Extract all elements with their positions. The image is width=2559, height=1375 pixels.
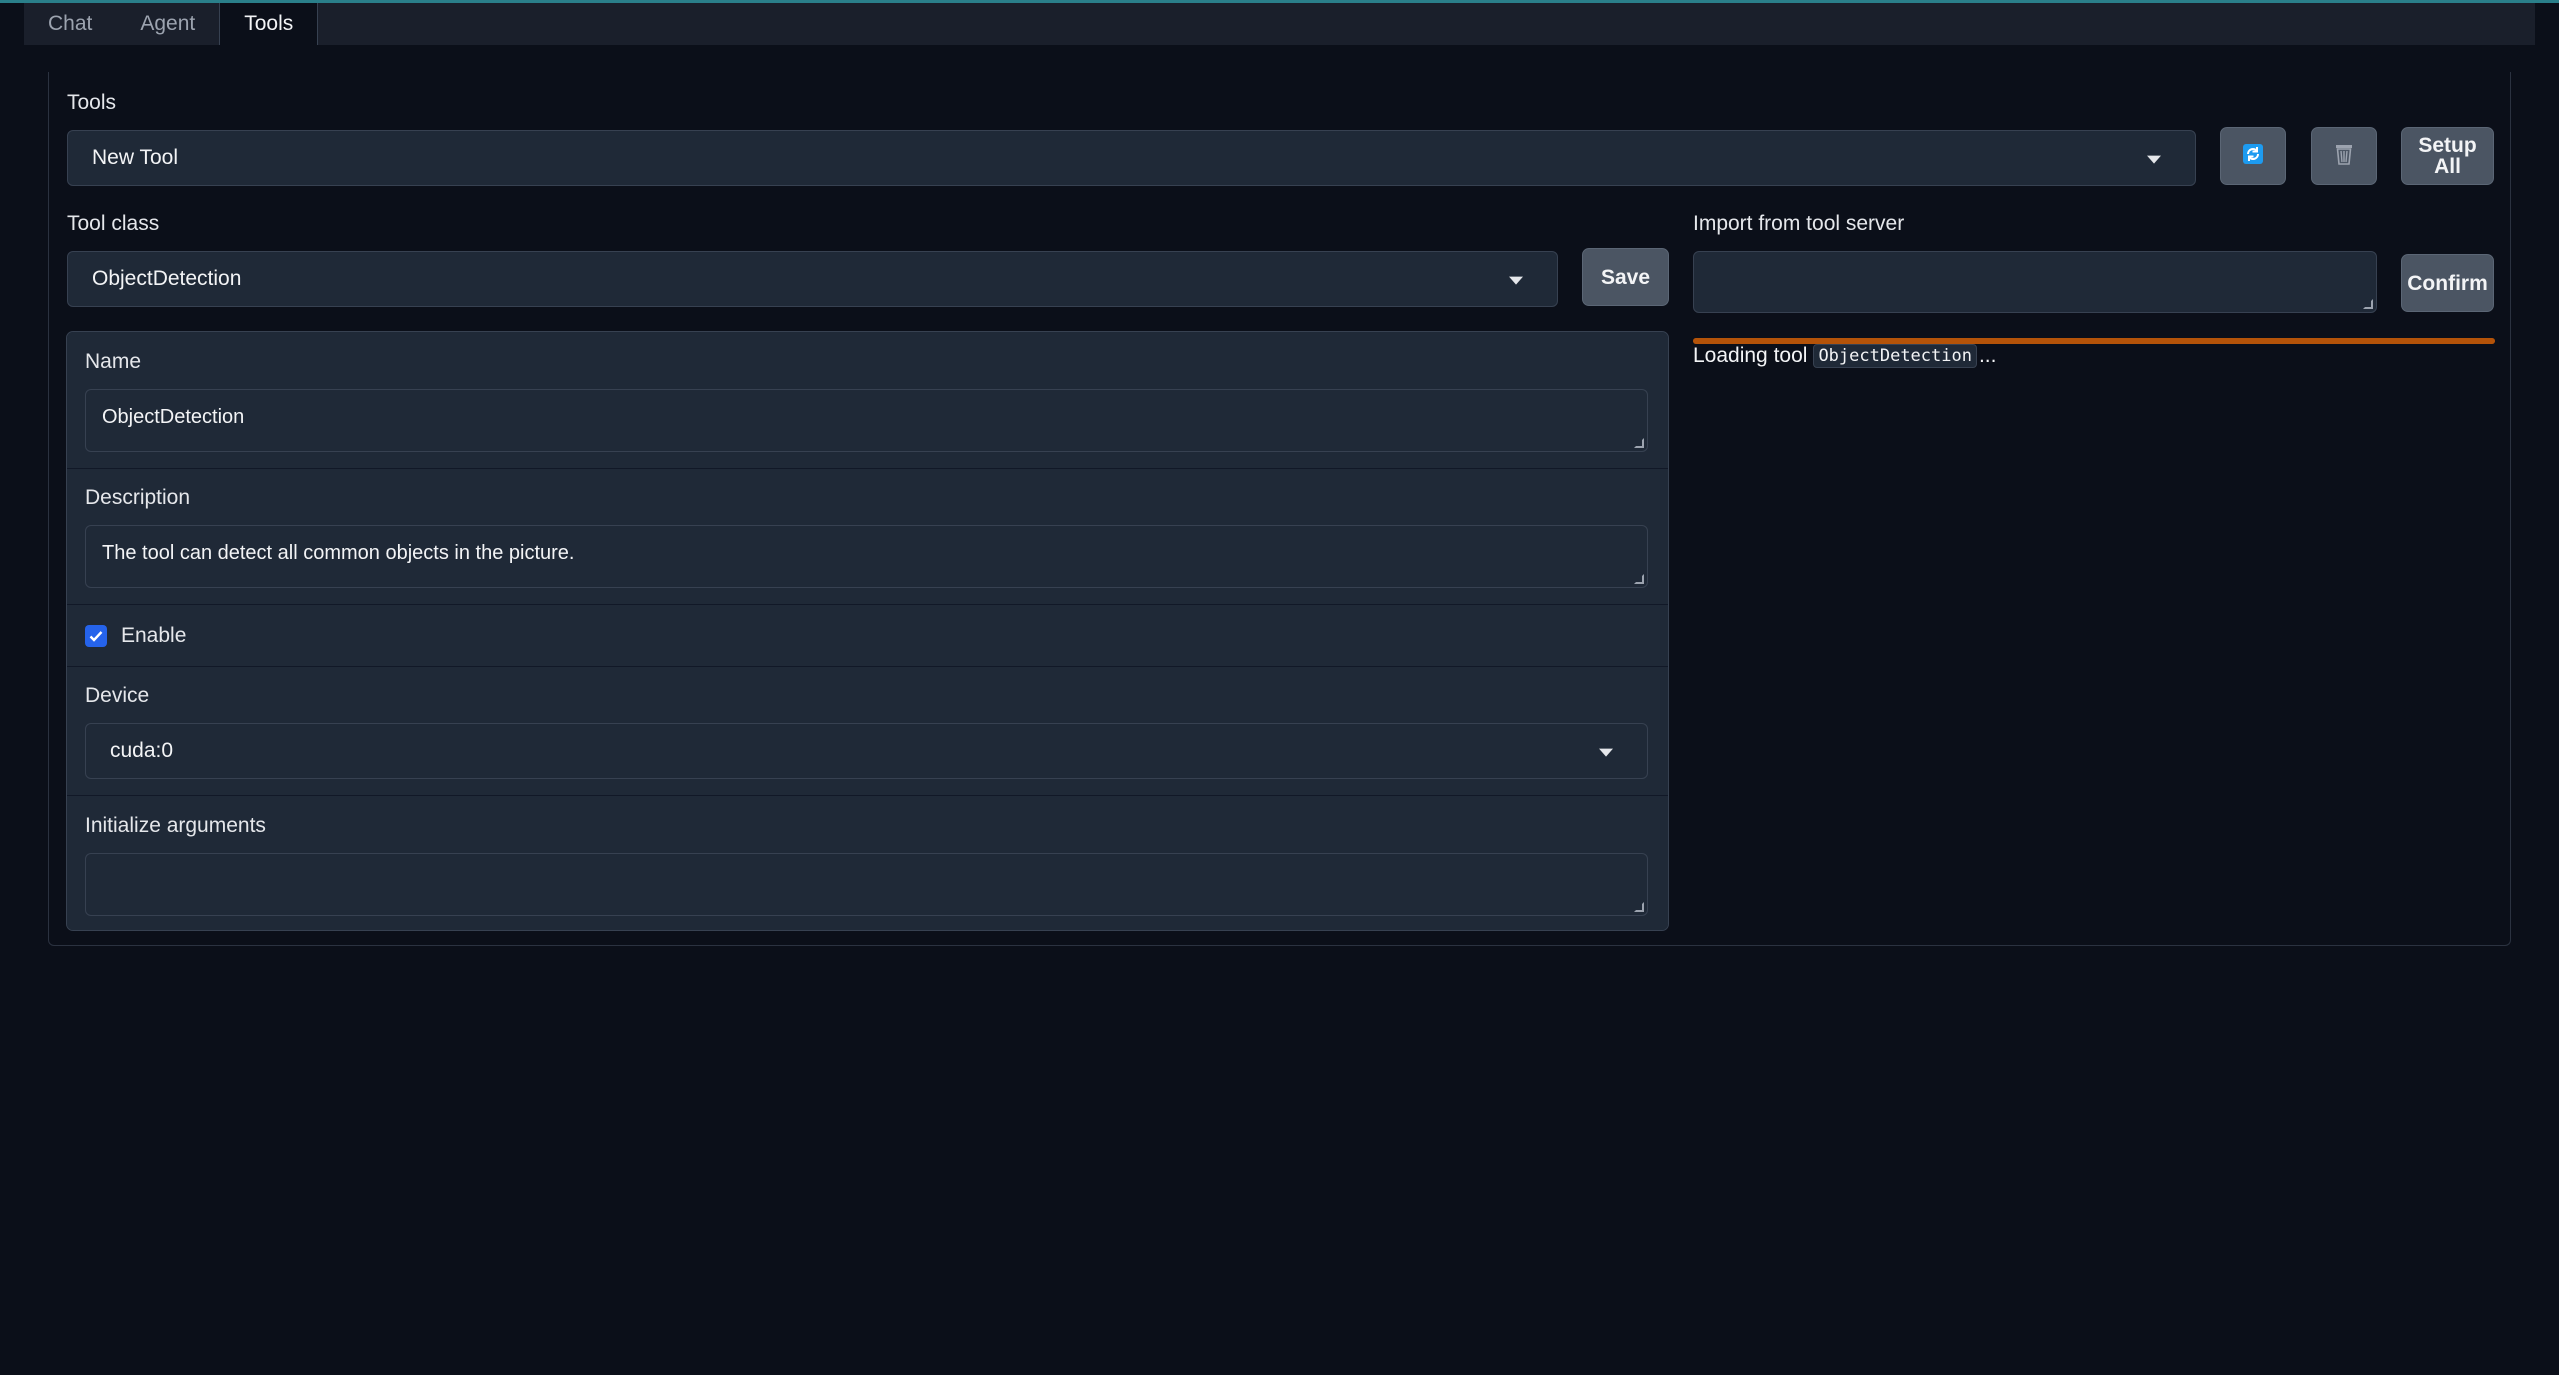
tool-class-dropdown-value: ObjectDetection — [92, 267, 242, 290]
init-args-label: Initialize arguments — [85, 814, 266, 837]
device-dropdown[interactable]: cuda:0 — [85, 723, 1648, 779]
tab-agent[interactable]: Agent — [116, 3, 219, 45]
tab-bar: Chat Agent Tools — [24, 3, 2535, 45]
chevron-down-icon — [1599, 748, 1613, 757]
tools-dropdown-value: New Tool — [92, 146, 178, 169]
name-label: Name — [85, 350, 142, 373]
loading-status-suffix: ... — [1978, 344, 1997, 367]
delete-button[interactable] — [2311, 127, 2377, 185]
device-section: Device cuda:0 — [67, 667, 1668, 796]
init-args-input[interactable] — [85, 853, 1648, 916]
resize-handle[interactable] — [2363, 299, 2373, 309]
init-args-section: Initialize arguments — [67, 796, 1668, 930]
tool-class-label: Tool class — [67, 212, 160, 235]
loading-status-prefix: Loading tool — [1693, 344, 1808, 367]
tools-dropdown[interactable]: New Tool — [67, 130, 2196, 186]
device-dropdown-value: cuda:0 — [110, 739, 174, 762]
import-input[interactable] — [1693, 251, 2377, 313]
tool-config-form: Name ObjectDetection Description The too… — [66, 331, 1669, 931]
chevron-down-icon — [2147, 155, 2161, 164]
device-label: Device — [85, 684, 150, 707]
import-label: Import from tool server — [1693, 212, 1905, 235]
name-input[interactable]: ObjectDetection — [85, 389, 1648, 452]
enable-checkbox[interactable] — [85, 625, 107, 647]
resize-handle[interactable] — [1634, 902, 1644, 912]
resize-handle[interactable] — [1634, 574, 1644, 584]
resize-handle[interactable] — [1634, 438, 1644, 448]
trash-icon — [2333, 142, 2355, 170]
enable-section: Enable — [67, 605, 1668, 667]
enable-label: Enable — [121, 624, 187, 647]
refresh-button[interactable] — [2220, 127, 2286, 185]
loading-status: Loading tool ObjectDetection ... — [1693, 344, 1996, 368]
tool-class-dropdown[interactable]: ObjectDetection — [67, 251, 1558, 307]
checkmark-icon — [89, 630, 103, 642]
setup-all-button[interactable]: Setup All — [2401, 127, 2494, 185]
confirm-button[interactable]: Confirm — [2401, 254, 2494, 312]
name-input-value: ObjectDetection — [102, 406, 245, 428]
description-input[interactable]: The tool can detect all common objects i… — [85, 525, 1648, 588]
tools-label: Tools — [67, 91, 117, 114]
chevron-down-icon — [1509, 276, 1523, 285]
save-button[interactable]: Save — [1582, 248, 1669, 306]
name-section: Name ObjectDetection — [67, 332, 1668, 469]
tab-chat[interactable]: Chat — [24, 3, 116, 45]
description-label: Description — [85, 486, 191, 509]
description-input-value: The tool can detect all common objects i… — [102, 542, 575, 564]
loading-status-tool-name: ObjectDetection — [1813, 344, 1977, 368]
refresh-icon — [2242, 143, 2264, 169]
tab-tools[interactable]: Tools — [219, 3, 319, 45]
description-section: Description The tool can detect all comm… — [67, 469, 1668, 605]
